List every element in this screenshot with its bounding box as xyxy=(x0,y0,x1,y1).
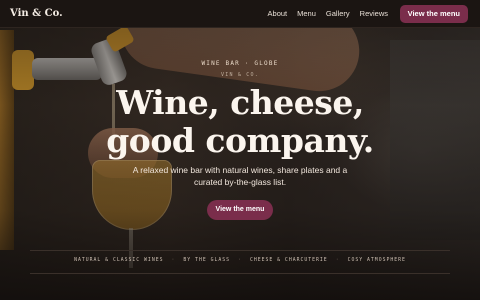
hero-eyebrow: WINE BAR · GLOBE xyxy=(201,60,279,67)
hero-eyebrow-secondary: VIN & CO. xyxy=(221,72,259,78)
hero-subtitle: A relaxed wine bar with natural wines, s… xyxy=(132,165,348,187)
feature-item: COSY ATMOSPHERE xyxy=(347,258,406,263)
nav-link-menu[interactable]: Menu xyxy=(297,9,316,18)
feature-separator: · xyxy=(335,258,340,263)
features-strip: NATURAL & CLASSIC WINES · BY THE GLASS ·… xyxy=(30,250,450,274)
nav-link-gallery[interactable]: Gallery xyxy=(326,9,350,18)
hero-headline: Wine, cheese, good company. xyxy=(0,84,480,160)
nav-link-about[interactable]: About xyxy=(268,9,288,18)
nav-view-menu-button[interactable]: View the menu xyxy=(399,5,468,23)
hero-view-menu-button[interactable]: View the menu xyxy=(207,200,273,220)
feature-separator: · xyxy=(238,258,242,263)
feature-item: BY THE GLASS xyxy=(183,258,231,263)
feature-separator: · xyxy=(171,258,176,263)
headline-line-2: good company. xyxy=(106,121,374,160)
features-list: NATURAL & CLASSIC WINES · BY THE GLASS ·… xyxy=(30,258,450,263)
brand-logo[interactable]: Vin & Co. xyxy=(10,8,63,19)
nav-links: About Menu Gallery Reviews xyxy=(268,9,388,18)
nav-link-reviews[interactable]: Reviews xyxy=(360,9,388,18)
headline-line-1: Wine, cheese, xyxy=(116,83,364,122)
feature-item: CHEESE & CHARCUTERIE xyxy=(249,258,328,263)
top-navigation: Vin & Co. About Menu Gallery Reviews Vie… xyxy=(0,0,480,28)
feature-item: NATURAL & CLASSIC WINES xyxy=(74,258,164,263)
